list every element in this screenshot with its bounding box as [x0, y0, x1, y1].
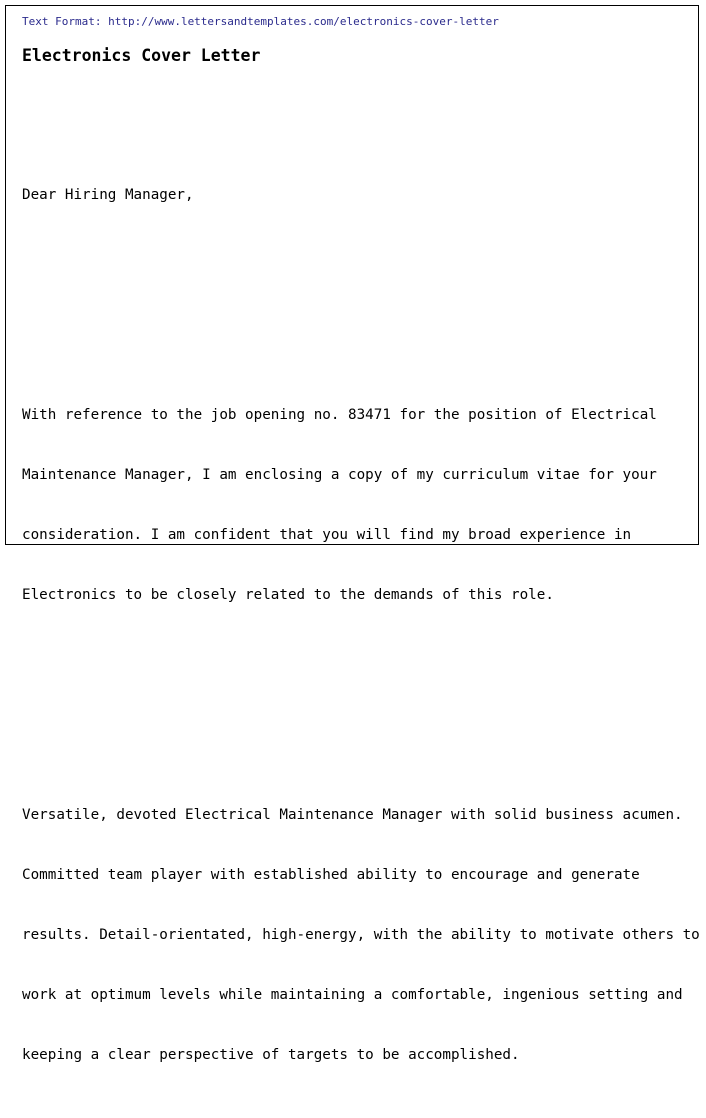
paragraph-intro: With reference to the job opening no. 83… — [22, 365, 694, 645]
paragraph-line: consideration. I am confident that you w… — [22, 527, 632, 543]
paragraph-line: work at optimum levels while maintaining… — [22, 987, 683, 1003]
source-url-line[interactable]: Text Format: http://www.lettersandtempla… — [22, 15, 499, 28]
letter-body: Dear Hiring Manager, With reference to t… — [22, 85, 700, 1118]
salutation-paragraph: Dear Hiring Manager, — [22, 145, 694, 245]
paragraph-line: Electronics to be closely related to the… — [22, 587, 554, 603]
paragraph-line: Versatile, devoted Electrical Maintenanc… — [22, 807, 683, 823]
paragraph-line: Maintenance Manager, I am enclosing a co… — [22, 467, 657, 483]
paragraph-profile: Versatile, devoted Electrical Maintenanc… — [22, 765, 700, 1105]
paragraph-line: results. Detail-orientated, high-energy,… — [22, 927, 700, 943]
document-page-border: Text Format: http://www.lettersandtempla… — [5, 5, 700, 1063]
paragraph-line: With reference to the job opening no. 83… — [22, 407, 657, 423]
page-title: Electronics Cover Letter — [22, 46, 261, 65]
salutation-line: Dear Hiring Manager, — [22, 187, 194, 203]
paragraph-line: Committed team player with established a… — [22, 867, 640, 883]
paragraph-line: keeping a clear perspective of targets t… — [22, 1047, 520, 1063]
